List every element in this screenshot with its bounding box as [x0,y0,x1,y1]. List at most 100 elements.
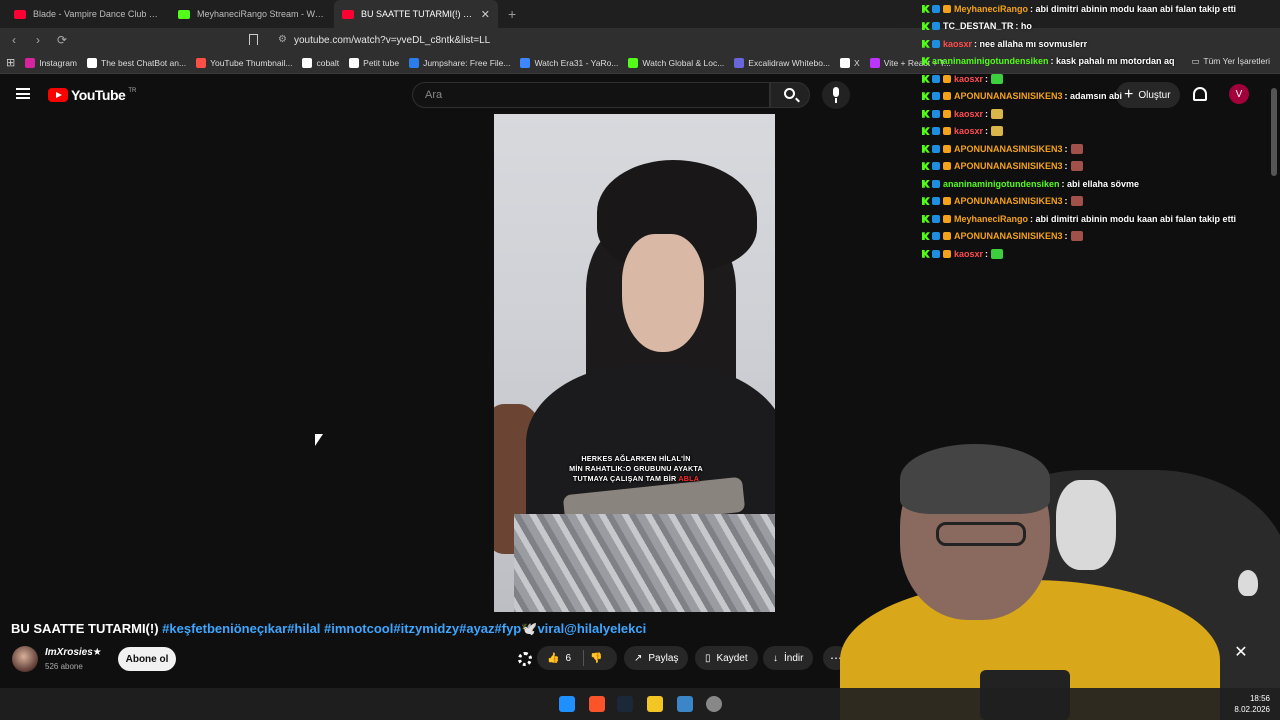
browser-tab[interactable]: Blade - Vampire Dance Club Theme [6,0,170,28]
kick-badge-icon [922,4,930,13]
bookmark-item[interactable]: The best ChatBot an... [87,57,186,68]
search-input[interactable]: Ara [412,82,770,108]
bookmark-item[interactable]: YouTube Thumbnail... [196,57,292,68]
like-count[interactable]: 6 [565,653,571,664]
subscriber-badge-icon [932,109,940,118]
apps-grid-icon[interactable]: ⊞ [6,56,15,69]
browser-tab[interactable]: BU SAATTE TUTARMI(!) #keşfetb ✕ [334,0,498,28]
bookmark-page-icon[interactable] [249,34,258,45]
bookmark-item[interactable]: Watch Era31 - YaRo... [520,57,618,68]
chat-username[interactable]: kaosxr [943,39,972,49]
chat-username[interactable]: APONUNANASINISIKEN3 [954,196,1063,206]
bookmark-item[interactable]: Jumpshare: Free File... [409,57,510,68]
subscriber-count: 526 abone [45,662,83,671]
bookmark-favicon-icon [734,57,745,68]
reload-icon[interactable]: ⟳ [52,33,72,47]
windows-start-icon[interactable] [559,696,575,712]
chat-username[interactable]: kaosxr [954,126,983,136]
bookmark-item[interactable]: Excalidraw Whitebo... [734,57,831,68]
bookmark-favicon-icon [869,57,880,68]
video-player[interactable]: HERKES AĞLARKEN HİLAL'İN MİN RAHATLIK:O … [494,114,775,612]
bookmark-item[interactable]: Petit tube [349,57,399,68]
obs-icon[interactable] [706,696,722,712]
channel-avatar[interactable] [12,646,38,672]
share-button[interactable]: ↗ Paylaş [624,646,689,670]
chat-username[interactable]: MeyhaneciRango [954,4,1028,14]
channel-name[interactable]: ImXrosies★ [45,647,102,658]
kick-badge-icon [922,57,930,66]
app-icon[interactable] [677,696,693,712]
chat-username[interactable]: kaosxr [954,109,983,119]
chat-text: : nee allaha mı sovmuslerr [974,38,1088,49]
download-button[interactable]: ↓ İndir [763,646,814,670]
dislike-icon[interactable]: 👎 [590,653,602,664]
save-label: Kaydet [716,652,748,664]
kick-badge-icon [922,197,930,206]
bookmark-item[interactable]: Watch Global & Loc... [628,57,725,68]
forward-icon[interactable]: › [28,33,48,47]
subscriber-badge-icon [932,249,940,258]
bookmark-label: Excalidraw Whitebo... [748,57,831,68]
url-field[interactable]: ⚙ youtube.com/watch?v=yveDL_c8ntk&list=L… [272,30,912,50]
subscriber-badge-icon [932,127,940,136]
chat-username[interactable]: APONUNANASINISIKEN3 [954,91,1063,101]
subscriber-badge-icon [932,179,940,188]
subscriber-badge-icon [932,92,940,101]
subscriber-badge-icon [932,162,940,171]
site-info-icon[interactable]: ⚙ [278,34,287,45]
download-icon: ↓ [773,652,778,664]
chat-text: : abi ellaha sövme [1061,178,1140,189]
page-scrollbar[interactable] [1271,88,1277,176]
subscribe-button[interactable]: Abone ol [118,647,176,671]
subscriber-badge-icon [932,232,940,241]
chat-message: APONUNANASINISIKEN3: adamsın abi [922,88,1272,106]
chat-emote-icon [1070,161,1083,172]
chat-text: : abi dimitri abinin modu kaan abi falan… [1030,3,1237,14]
youtube-logo[interactable]: YouTube TR [48,87,136,103]
kick-badge-icon [922,249,930,258]
new-tab-button[interactable]: + [498,6,526,22]
chat-username[interactable]: MeyhaneciRango [954,214,1028,224]
steam-icon[interactable] [617,696,633,712]
back-icon[interactable]: ‹ [4,33,24,47]
browser-tab[interactable]: MeyhaneciRango Stream - Watch Live [170,0,334,28]
bookmark-item[interactable]: X [840,57,860,68]
chat-emote-icon [991,248,1004,259]
brave-browser-icon[interactable] [589,696,605,712]
like-icon[interactable]: 👍 [547,653,559,664]
menu-icon[interactable] [16,88,30,99]
tab-favicon-icon [178,9,190,19]
chat-username[interactable]: kaosxr [954,249,983,259]
settings-icon[interactable] [518,652,532,666]
bookmark-item[interactable]: Instagram [25,57,77,68]
like-dislike-group: 👍 6 👎 [537,646,617,670]
bookmark-item[interactable]: cobalt [302,57,339,68]
bookmark-favicon-icon [520,57,531,68]
chat-username[interactable]: APONUNANASINISIKEN3 [954,231,1063,241]
video-title-tags[interactable]: #keşfetbeniöneçıkar#hilal #imnotcool#itz… [162,621,646,636]
search-button[interactable] [770,82,810,108]
chat-username[interactable]: APONUNANASINISIKEN3 [954,144,1063,154]
chat-message: TC_DESTAN_TR: ho [922,18,1272,36]
system-clock[interactable]: 18:56 8.02.2026 [1234,693,1270,715]
chat-username[interactable]: ananinaminigotundensiken [932,56,1049,66]
chat-username[interactable]: TC_DESTAN_TR [943,21,1013,31]
bookmark-label: X [854,57,860,68]
chat-username[interactable]: APONUNANASINISIKEN3 [954,161,1063,171]
voice-search-icon[interactable] [822,81,850,109]
save-button[interactable]: ▯ Kaydet [695,646,758,670]
chat-text: : [985,108,989,119]
kick-badge-icon [922,179,930,188]
stream-chat-overlay: MeyhaneciRango: abi dimitri abinin modu … [922,0,1272,263]
tab-label: Blade - Vampire Dance Club Theme [33,9,162,19]
chat-emote-icon [991,73,1004,84]
tab-close-icon[interactable]: ✕ [481,8,490,21]
chat-username[interactable]: ananinaminigotundensiken [943,179,1060,189]
close-icon[interactable]: ✕ [1233,645,1249,661]
file-explorer-icon[interactable] [647,696,663,712]
chat-emote-icon [1070,196,1083,207]
chat-username[interactable]: kaosxr [954,74,983,84]
bookmark-label: Watch Global & Loc... [642,57,725,68]
clock-time: 18:56 [1249,694,1270,703]
vip-badge-icon [943,92,951,101]
